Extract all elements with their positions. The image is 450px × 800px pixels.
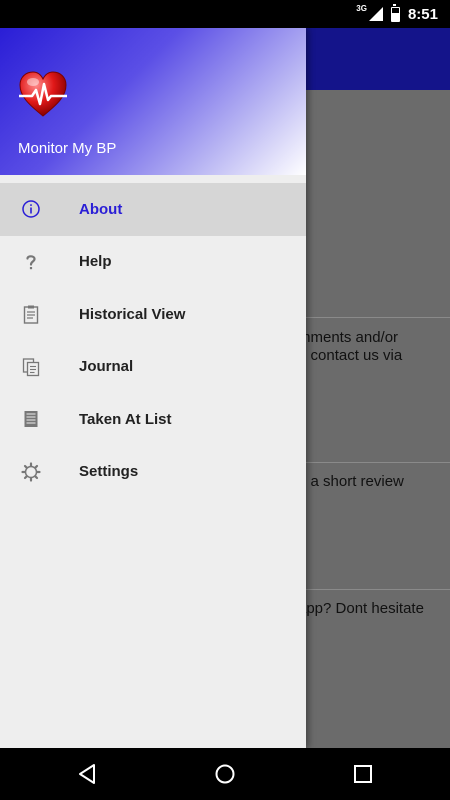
network-type: 3G	[356, 3, 367, 13]
signal-icon	[368, 7, 383, 21]
navigation-drawer[interactable]: Monitor My BP About Help Historical View…	[0, 28, 306, 748]
drawer-item-label: Help	[79, 253, 112, 271]
drawer-item-label: Journal	[79, 358, 134, 376]
clock: 8:51	[407, 5, 438, 23]
clipboard-icon	[23, 305, 39, 324]
drawer-item-journal[interactable]: Journal	[0, 341, 306, 394]
drawer-item-help[interactable]: Help	[0, 236, 306, 289]
app-name: Monitor My BP	[18, 140, 117, 157]
drawer-item-label: Historical View	[79, 305, 186, 323]
drawer-menu: About Help Historical View Journal Taken…	[0, 183, 306, 498]
battery-icon	[390, 3, 400, 22]
drawer-item-label: About	[79, 200, 123, 218]
list-icon	[24, 411, 38, 428]
status-bar: 3G 8:51	[0, 0, 450, 28]
system-nav-bar	[0, 748, 450, 800]
info-icon	[22, 200, 40, 218]
drawer-item-label: Settings	[79, 463, 139, 481]
heart-pulse-icon	[19, 71, 67, 117]
question-icon	[26, 254, 36, 269]
drawer-item-settings[interactable]: Settings	[0, 446, 306, 499]
home-icon[interactable]	[213, 762, 237, 786]
gear-icon	[21, 462, 41, 482]
recents-icon[interactable]	[351, 762, 375, 786]
drawer-header: Monitor My BP	[0, 28, 306, 175]
drawer-item-historical-view[interactable]: Historical View	[0, 288, 306, 341]
drawer-item-label: Taken At List	[79, 410, 172, 428]
drawer-item-about[interactable]: About	[0, 183, 306, 236]
back-icon[interactable]	[76, 762, 100, 786]
copy-icon	[22, 358, 40, 376]
drawer-item-taken-at-list[interactable]: Taken At List	[0, 393, 306, 446]
